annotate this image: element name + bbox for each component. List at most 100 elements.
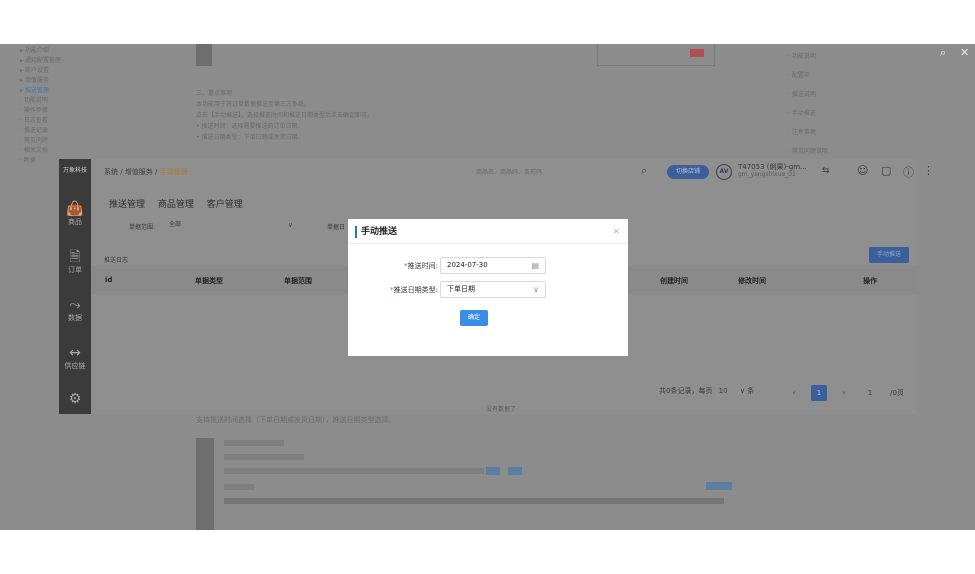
calendar-icon: ▤ xyxy=(531,261,539,270)
nav-label: 订单 xyxy=(68,266,82,274)
bag-icon: 👜 xyxy=(66,201,84,217)
toc-item[interactable]: · 日志查看 xyxy=(20,116,160,126)
nav-item-data[interactable]: ⤳ 数据 xyxy=(59,297,91,323)
breadcrumb-current: 手动管理 xyxy=(159,168,188,176)
tab-customer[interactable]: 客户管理 xyxy=(207,200,243,210)
toc-item[interactable]: ▸ 推送管理 xyxy=(20,86,160,96)
outline-item[interactable]: · 功能说明 xyxy=(788,47,878,66)
page-size-unit: 条 xyxy=(747,387,755,395)
toc-item[interactable]: · 功能说明 xyxy=(20,96,160,106)
toc-item[interactable]: · 操作步骤 xyxy=(20,106,160,116)
doc-body: 三、重点事项 本功能用于将订单数据推送至第三方系统。 点击【手动推送】，选择推送… xyxy=(196,88,496,143)
outline-item[interactable]: · 注意事项 xyxy=(788,123,878,142)
user-info[interactable]: T47053 (俐果)-gm... gm_yangshixue_01 xyxy=(738,163,807,179)
breadcrumb-item[interactable]: 增值服务 xyxy=(125,168,153,176)
dialog-divider xyxy=(348,243,628,244)
scope-select[interactable]: 全部 ∨ xyxy=(169,218,297,232)
chevron-down-icon[interactable]: ∨ xyxy=(740,387,745,395)
chevron-down-icon: ∨ xyxy=(533,285,539,294)
push-date-label: *推送时间: xyxy=(348,261,438,271)
tab-push[interactable]: 推送管理 xyxy=(109,200,145,210)
doc-line: 本功能用于将订单数据推送至第三方系统。 xyxy=(196,101,311,108)
nav-item-settings[interactable]: ⚙ xyxy=(59,391,91,407)
page-bottom-margin xyxy=(0,530,975,574)
message-icon[interactable]: ▢ xyxy=(881,164,891,177)
push-date-value: 2024-07-30 xyxy=(447,261,488,269)
toc-item[interactable]: ▸ 通知配置管理 xyxy=(20,56,160,66)
doc-mini-screenshot xyxy=(196,434,736,530)
manual-push-dialog: 手动推送 × *推送时间: 2024-07-30 ▤ *推送日期类型: 下单日期… xyxy=(348,219,628,356)
toc-item[interactable]: · 推送记录 xyxy=(20,126,160,136)
goto-page-input[interactable]: 1 xyxy=(862,385,878,401)
breadcrumb-item[interactable]: 系统 xyxy=(104,168,118,176)
confirm-button[interactable]: 确定 xyxy=(460,310,488,326)
toc-item[interactable]: ▸ 功能介绍 xyxy=(20,46,160,56)
more-icon[interactable]: ⋮ xyxy=(923,164,934,177)
doc-line: 三、重点事项 xyxy=(196,90,233,97)
nav-item-goods[interactable]: 👜 商品 xyxy=(59,201,91,227)
cog-icon: ⚙ xyxy=(68,391,82,407)
app-sidebar: 万象科技 👜 商品 🗎 订单 ⤳ 数据 ↔ 供应链 ⚙ xyxy=(59,159,91,414)
toc-item[interactable]: ▸ 商户设置 xyxy=(20,66,160,76)
outline-item[interactable]: · 手动推送 xyxy=(788,104,878,123)
chevron-down-icon: ∨ xyxy=(287,221,293,229)
column-header: 单据类型 xyxy=(195,277,223,285)
help-icon[interactable]: ⓘ xyxy=(903,164,914,180)
dialog-title: 手动推送 xyxy=(355,226,397,238)
date-type-label: *推送日期类型: xyxy=(348,285,438,295)
next-page-button[interactable]: › xyxy=(836,385,852,401)
link-icon: ↔ xyxy=(69,345,81,361)
nav-label: 数据 xyxy=(68,314,82,322)
outline-item[interactable]: · 配置项 xyxy=(788,66,878,85)
column-header: id xyxy=(105,276,113,284)
search-icon[interactable]: ⌕ xyxy=(641,164,647,178)
background-thumbnail xyxy=(597,44,715,66)
date-type-select[interactable]: 下单日期 ∨ xyxy=(440,281,546,298)
toc-item[interactable]: · 相关文档 xyxy=(20,146,160,156)
page-size-select[interactable]: 10 xyxy=(719,387,728,395)
nav-item-supply[interactable]: ↔ 供应链 xyxy=(59,345,91,371)
pager-text: 共0条记录，每页 xyxy=(659,387,713,395)
chart-icon: ⤳ xyxy=(69,297,81,313)
top-bar: 系统 / 增值服务 / 手动管理 商品名、商品码、条形码 ⌕ 切换店铺 AV T… xyxy=(91,159,934,185)
doc-toc: ▸ 功能介绍 ▸ 通知配置管理 ▸ 商户设置 ▸ 增值服务 ▸ 推送管理 · 功… xyxy=(20,46,160,166)
nav-label: 供应链 xyxy=(64,362,86,370)
date-type-value: 下单日期 xyxy=(447,285,475,293)
doc-line: • 推送时间：选择需要推送的订单日期。 xyxy=(196,123,304,130)
doc-line: 点击【手动推送】，选择推送时间和推送日期类型后点击确定即可。 xyxy=(196,112,374,119)
close-icon[interactable]: ✕ xyxy=(960,46,969,59)
manual-push-button[interactable]: 手动推送 xyxy=(869,247,909,263)
push-date-input[interactable]: 2024-07-30 ▤ xyxy=(440,257,546,274)
swap-icon[interactable]: ⇆ xyxy=(822,166,830,176)
avatar[interactable]: AV xyxy=(716,164,732,180)
toc-item[interactable]: ▸ 增值服务 xyxy=(20,76,160,86)
scope-label: 单据范围: xyxy=(129,224,156,231)
close-icon[interactable]: × xyxy=(612,227,620,237)
column-header: 操作 xyxy=(863,277,877,285)
brand-logo: 万象科技 xyxy=(62,167,87,174)
date-filter-label: 单据日 xyxy=(327,224,346,231)
search-icon[interactable]: ⌕ xyxy=(940,46,946,60)
page-button-current[interactable]: 1 xyxy=(811,385,827,401)
empty-state: 没有数据了 xyxy=(486,406,517,413)
doc-icon: 🗎 xyxy=(69,249,81,265)
switch-shop-button[interactable]: 切换店铺 xyxy=(667,165,709,179)
pagination-summary: 共0条记录，每页 10 ∨ 条 xyxy=(659,386,754,396)
breadcrumb: 系统 / 增值服务 / 手动管理 xyxy=(104,168,188,176)
nav-item-orders[interactable]: 🗎 订单 xyxy=(59,249,91,275)
doc-outline: · 功能说明 · 配置项 · 推送说明 · 手动推送 · 注意事项 · 常见问题… xyxy=(788,47,878,161)
outline-item[interactable]: · 推送说明 xyxy=(788,85,878,104)
user-group-icon[interactable]: ☺ xyxy=(857,164,868,177)
user-sub: gm_yangshixue_01 xyxy=(738,171,796,178)
scope-value: 全部 xyxy=(169,221,182,228)
user-name: T47053 (俐果)-gm... xyxy=(738,163,807,171)
tab-goods[interactable]: 商品管理 xyxy=(158,200,194,210)
column-header: 单据范围 xyxy=(284,277,312,285)
column-header: 创建时间 xyxy=(660,277,688,285)
total-pages: /0页 xyxy=(890,389,904,397)
prev-page-button[interactable]: ‹ xyxy=(786,385,802,401)
page-tabs: 推送管理 商品管理 客户管理 xyxy=(109,197,253,210)
date-type-label-text: 推送日期类型: xyxy=(393,286,438,294)
toc-item[interactable]: · 常见问题 xyxy=(20,136,160,146)
global-search-input[interactable]: 商品名、商品码、条形码 xyxy=(476,167,542,176)
